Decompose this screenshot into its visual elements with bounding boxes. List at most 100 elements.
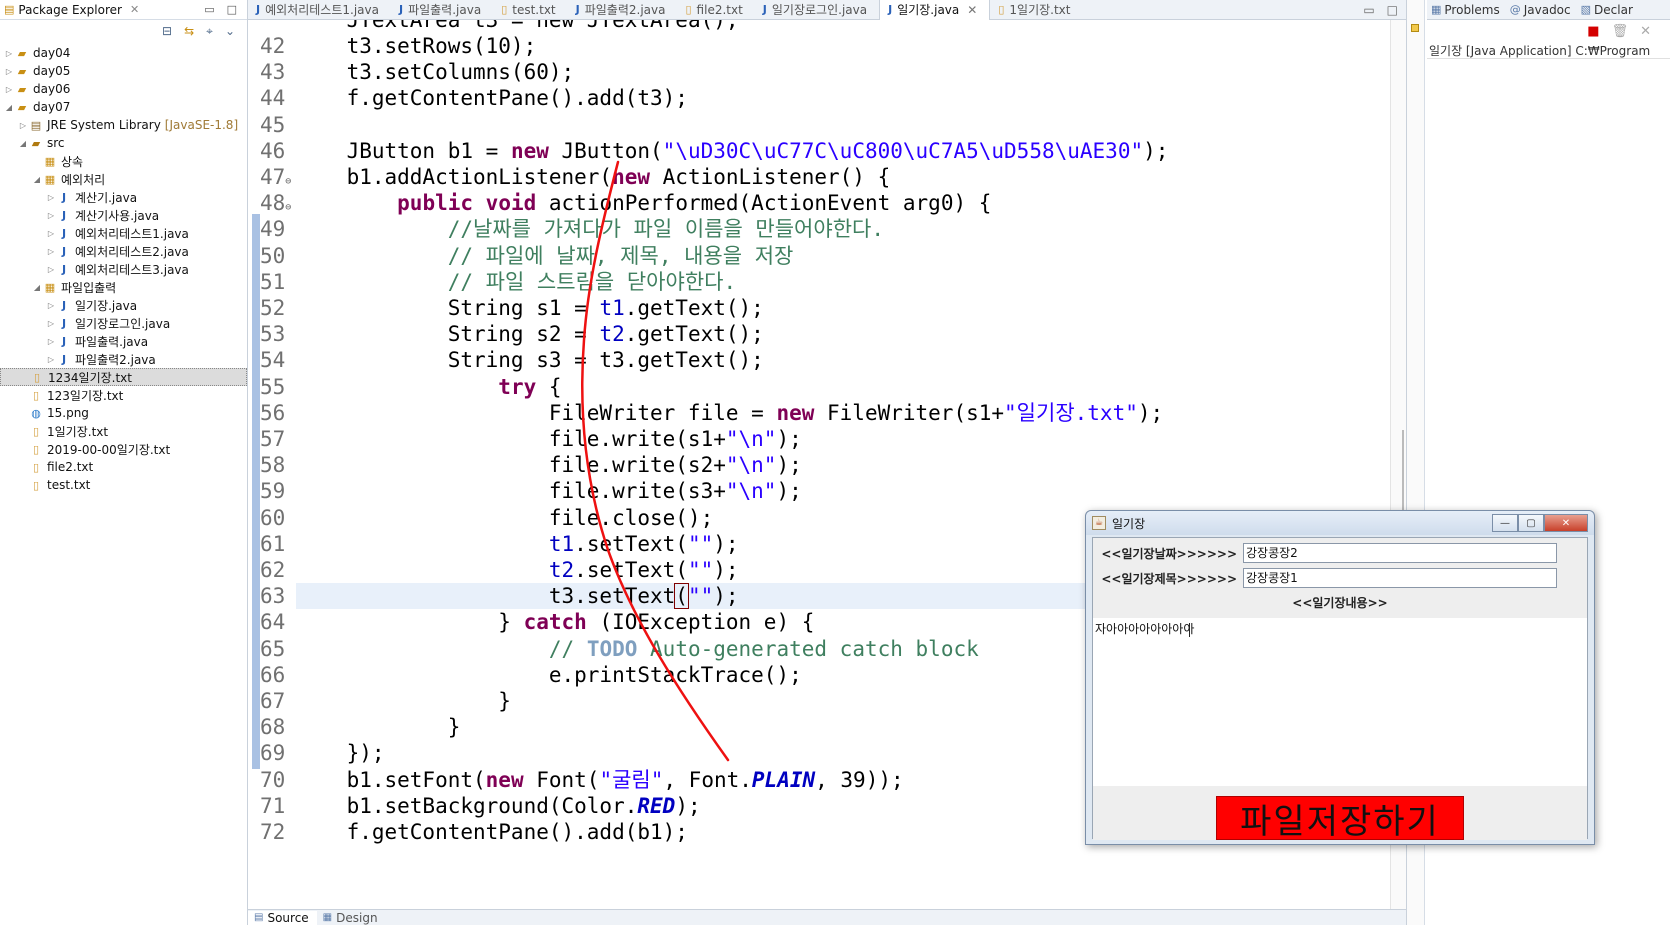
collapsed-twisty-icon[interactable]: ▷ <box>46 337 56 346</box>
collapsed-twisty-icon[interactable]: ▷ <box>46 211 56 220</box>
tree-item[interactable]: ▯ 1일기장.txt <box>0 422 247 440</box>
window-titlebar[interactable]: ☕ 일기장 — ▢ ✕ <box>1086 511 1594 535</box>
collapsed-twisty-icon[interactable]: ▷ <box>46 247 56 256</box>
minimize-view-icon[interactable]: ▭ <box>204 3 214 16</box>
collapsed-twisty-icon[interactable]: ▷ <box>4 49 14 58</box>
tree-item[interactable]: ▯ test.txt <box>0 476 247 494</box>
line-number: 54 <box>260 348 286 373</box>
subject-field[interactable]: 강장콩장1 <box>1243 568 1557 588</box>
collapsed-twisty-icon[interactable]: ▷ <box>4 67 14 76</box>
link-with-editor-icon[interactable]: ⇆ <box>184 24 194 38</box>
code-line: JButton b1 = new JButton("\uD30C\uC77C\u… <box>296 138 1169 163</box>
maximize-editor-icon[interactable]: □ <box>1387 3 1398 17</box>
tree-item[interactable]: ▷ ▤ JRE System Library [JavaSE-1.8] <box>0 116 247 134</box>
java-app-icon: ☕ <box>1092 516 1106 530</box>
collapsed-twisty-icon[interactable]: ▷ <box>46 319 56 328</box>
tree-item[interactable]: ◍ 15.png <box>0 404 247 422</box>
fold-toggle-icon[interactable]: ⊖ <box>285 176 291 187</box>
close-button[interactable]: ✕ <box>1544 514 1588 532</box>
tree-item[interactable]: ◢ ▰ day07 <box>0 98 247 116</box>
expanded-twisty-icon[interactable]: ◢ <box>4 103 14 112</box>
tree-item[interactable]: ▯ 1234일기장.txt <box>0 368 247 386</box>
tree-item[interactable]: ◢ ▰ src <box>0 134 247 152</box>
tree-item[interactable]: ▷ ▰ day04 <box>0 44 247 62</box>
tree-item[interactable]: ▷ ▰ day06 <box>0 80 247 98</box>
editor-tab[interactable]: ▯ 1일기장.txt <box>990 0 1082 20</box>
collapsed-twisty-icon[interactable]: ▷ <box>46 193 56 202</box>
expanded-twisty-icon[interactable]: ◢ <box>18 139 28 148</box>
editor-tab[interactable]: ▯ file2.txt <box>677 0 754 20</box>
expanded-twisty-icon[interactable]: ◢ <box>32 283 42 292</box>
editor-tab[interactable]: J 파일출력.java <box>391 0 493 20</box>
remove-launch-icon[interactable]: 🗑 <box>1612 24 1629 39</box>
fold-toggle-icon[interactable]: ⊖ <box>285 202 291 213</box>
close-view-icon[interactable]: ✕ <box>130 3 139 16</box>
focus-icon[interactable]: ⌖ <box>206 24 213 39</box>
collapsed-twisty-icon[interactable]: ▷ <box>4 85 14 94</box>
subject-label: <<일기장제목>>>>>> <box>1101 571 1237 586</box>
line-number: 65 <box>260 636 286 661</box>
tree-item[interactable]: ▯ file2.txt <box>0 458 247 476</box>
tree-item[interactable]: ▷ J 계산기.java <box>0 188 247 206</box>
save-file-button[interactable]: 파일저장하기 <box>1216 796 1464 842</box>
tree-item[interactable]: ▷ J 일기장.java <box>0 296 247 314</box>
warning-marker[interactable] <box>1411 24 1419 32</box>
tree-item[interactable]: ▯ 2019-00-00일기장.txt <box>0 440 247 458</box>
content-textarea[interactable]: 자아아아아아아아아 <box>1093 618 1587 786</box>
package-icon: ▦ <box>44 280 56 294</box>
editor-tab[interactable]: J 일기장.java ✕ <box>879 0 991 20</box>
tree-item[interactable]: ▷ J 일기장로그인.java <box>0 314 247 332</box>
remove-all-icon[interactable]: ✕ <box>1640 24 1651 39</box>
scrollbar-thumb[interactable] <box>1402 430 1404 510</box>
minimize-editor-icon[interactable]: ▭ <box>1363 3 1374 17</box>
date-field[interactable]: 강장콩장2 <box>1243 543 1557 563</box>
editor-tab[interactable]: J 일기장로그인.java <box>755 0 879 20</box>
terminate-icon[interactable]: ■ <box>1587 24 1599 39</box>
expanded-twisty-icon[interactable]: ◢ <box>32 175 42 184</box>
line-number: 49 <box>260 217 286 242</box>
tree-item-label: day05 <box>33 64 71 78</box>
collapsed-twisty-icon[interactable]: ▷ <box>46 229 56 238</box>
right-view-tab[interactable]: ▦ Problems <box>1427 3 1506 17</box>
minimize-button[interactable]: — <box>1492 514 1518 532</box>
editor-tab[interactable]: ▯ test.txt <box>493 0 567 20</box>
collapse-all-icon[interactable]: ⊟ <box>162 24 172 38</box>
tree-item[interactable]: ▷ J 예외처리테스트1.java <box>0 224 247 242</box>
tree-item[interactable]: ▷ J 예외처리테스트2.java <box>0 242 247 260</box>
line-number: 51 <box>260 269 286 294</box>
collapsed-twisty-icon[interactable]: ▷ <box>18 121 28 130</box>
editor-mode-tab[interactable]: ▤ Source <box>248 910 317 925</box>
right-view-tab[interactable]: ▧ Declar <box>1577 3 1639 17</box>
image-file-icon: ◍ <box>31 406 41 420</box>
editor-tab-label: 일기장로그인.java <box>771 3 868 17</box>
tree-item[interactable]: ▷ J 계산기사용.java <box>0 206 247 224</box>
editor-tab[interactable]: J 파일출력2.java <box>568 0 678 20</box>
editor-mode-label: Source <box>267 910 309 925</box>
tree-item[interactable]: ◢ ▦ 파일입출력 <box>0 278 247 296</box>
view-menu-icon[interactable]: ⌄ <box>225 24 235 38</box>
editor-tab[interactable]: J 예외처리테스트1.java <box>248 0 391 20</box>
close-tab-icon[interactable]: ✕ <box>967 3 977 17</box>
editor-tab-label: file2.txt <box>696 2 743 17</box>
tree-item[interactable]: ▯ 123일기장.txt <box>0 386 247 404</box>
package-icon: ▦ <box>44 172 56 186</box>
tree-item[interactable]: ◢ ▦ 예외처리 <box>0 170 247 188</box>
tree-item[interactable]: ▷ J 파일출력.java <box>0 332 247 350</box>
project-folder-icon: ▰ <box>17 100 27 114</box>
collapsed-twisty-icon[interactable]: ▷ <box>46 301 56 310</box>
code-line: String s3 = t3.getText(); <box>296 348 764 373</box>
collapsed-twisty-icon[interactable]: ▷ <box>46 355 56 364</box>
tree-item[interactable]: ▷ J 파일출력2.java <box>0 350 247 368</box>
window-title: 일기장 <box>1112 516 1146 531</box>
editor-mode-tab[interactable]: ▦ Design <box>317 911 386 925</box>
right-view-tab[interactable]: @ Javadoc <box>1506 3 1577 17</box>
tree-item[interactable]: ▷ ▰ day05 <box>0 62 247 80</box>
package-explorer-tab[interactable]: ▤ Package Explorer ✕ ▭ □ <box>0 0 247 20</box>
editor-bottom-tabs: ▤ Source ▦ Design <box>248 909 1406 925</box>
maximize-button[interactable]: ▢ <box>1518 514 1544 532</box>
collapsed-twisty-icon[interactable]: ▷ <box>46 265 56 274</box>
text-file-icon: ▯ <box>32 424 40 438</box>
maximize-view-icon[interactable]: □ <box>227 3 237 16</box>
tree-item[interactable]: ▷ J 예외처리테스트3.java <box>0 260 247 278</box>
tree-item[interactable]: ▦ 상속 <box>0 152 247 170</box>
